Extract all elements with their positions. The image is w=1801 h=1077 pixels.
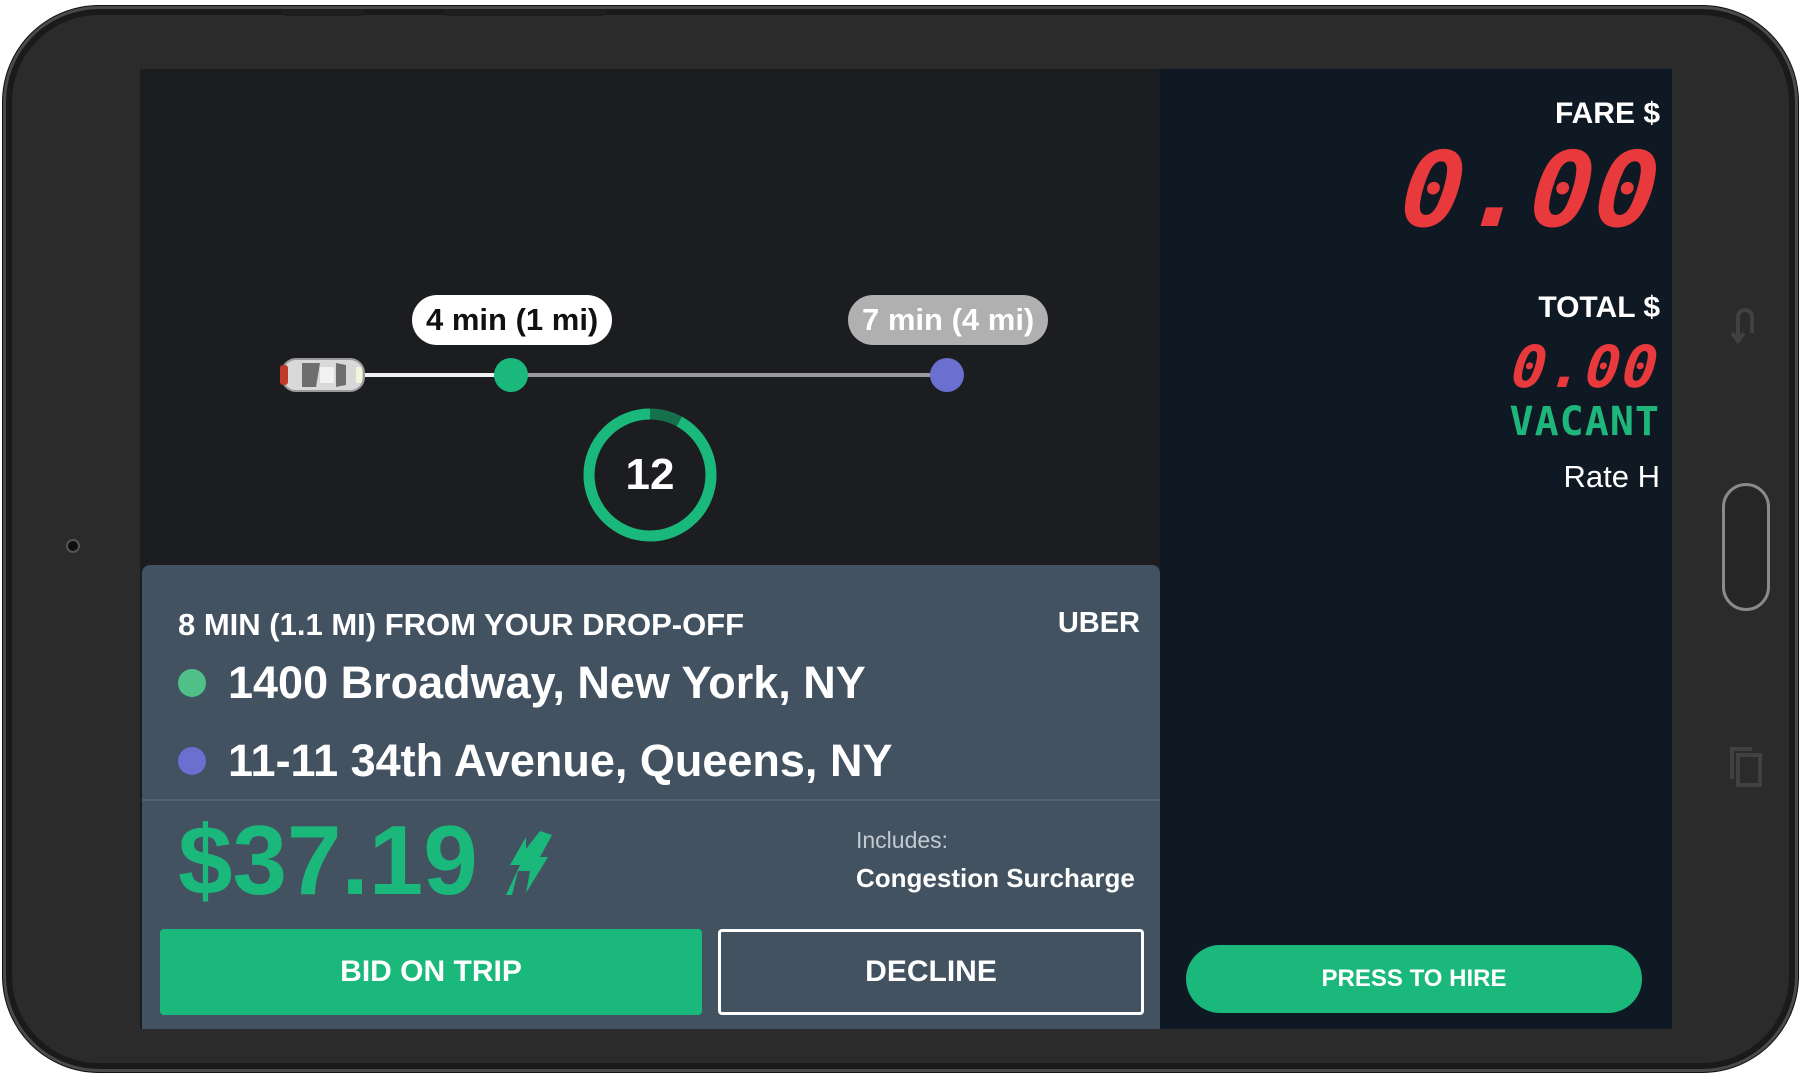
recent-apps-icon[interactable] bbox=[1728, 745, 1764, 795]
dropoff-eta-pill: 7 min (4 mi) bbox=[848, 295, 1049, 345]
card-divider bbox=[142, 799, 1160, 801]
pickup-marker bbox=[494, 358, 528, 392]
volume-button bbox=[444, 9, 606, 16]
total-value: 0.00 bbox=[1508, 333, 1664, 401]
power-button bbox=[282, 9, 364, 16]
pickup-address: 1400 Broadway, New York, NY bbox=[228, 657, 866, 708]
dropoff-dot-icon bbox=[178, 747, 206, 775]
front-camera bbox=[66, 539, 80, 553]
trip-offer-panel: 4 min (1 mi) 7 min (4 mi) 12 8 MIN (1.1 … bbox=[140, 69, 1160, 1029]
trip-card: 8 MIN (1.1 MI) FROM YOUR DROP-OFF UBER 1… bbox=[142, 565, 1160, 1029]
screen: 4 min (1 mi) 7 min (4 mi) 12 8 MIN (1.1 … bbox=[140, 69, 1672, 1029]
pickup-dot-icon bbox=[178, 669, 206, 697]
countdown-value: 12 bbox=[625, 450, 675, 499]
includes-item: Congestion Surcharge bbox=[856, 863, 1135, 893]
home-button[interactable] bbox=[1722, 483, 1770, 611]
tablet-frame: 4 min (1 mi) 7 min (4 mi) 12 8 MIN (1.1 … bbox=[3, 6, 1798, 1072]
decline-button[interactable]: DECLINE bbox=[718, 929, 1144, 1015]
surge-arrow-icon bbox=[506, 831, 552, 895]
includes-label: Includes: bbox=[856, 827, 949, 853]
car-icon bbox=[280, 355, 366, 400]
fare-value: 0.00 bbox=[1395, 129, 1667, 251]
dropoff-marker bbox=[930, 358, 964, 392]
provider-label: UBER bbox=[1057, 607, 1140, 639]
taxi-meter-panel: FARE $ 0.00 TOTAL $ 0.00 VACANT Rate H P… bbox=[1160, 69, 1672, 1029]
bid-on-trip-button[interactable]: BID ON TRIP bbox=[160, 929, 702, 1015]
meter-status: VACANT bbox=[1509, 399, 1660, 445]
dropoff-address: 11-11 34th Avenue, Queens, NY bbox=[228, 735, 893, 786]
route-line-to-pickup bbox=[360, 373, 516, 377]
pickup-address-row: 1400 Broadway, New York, NY bbox=[178, 657, 866, 709]
pickup-eta-pill: 4 min (1 mi) bbox=[412, 295, 613, 345]
trip-price: $37.19 bbox=[178, 805, 478, 915]
rate-code: Rate H bbox=[1563, 459, 1660, 494]
fare-label: FARE $ bbox=[1554, 97, 1660, 130]
total-label: TOTAL $ bbox=[1538, 291, 1660, 324]
route-line-to-dropoff bbox=[516, 373, 952, 377]
dropoff-address-row: 11-11 34th Avenue, Queens, NY bbox=[178, 735, 892, 787]
back-icon[interactable] bbox=[1730, 305, 1760, 351]
press-to-hire-button[interactable]: PRESS TO HIRE bbox=[1186, 945, 1642, 1013]
trip-distance-header: 8 MIN (1.1 MI) FROM YOUR DROP-OFF bbox=[178, 607, 745, 642]
